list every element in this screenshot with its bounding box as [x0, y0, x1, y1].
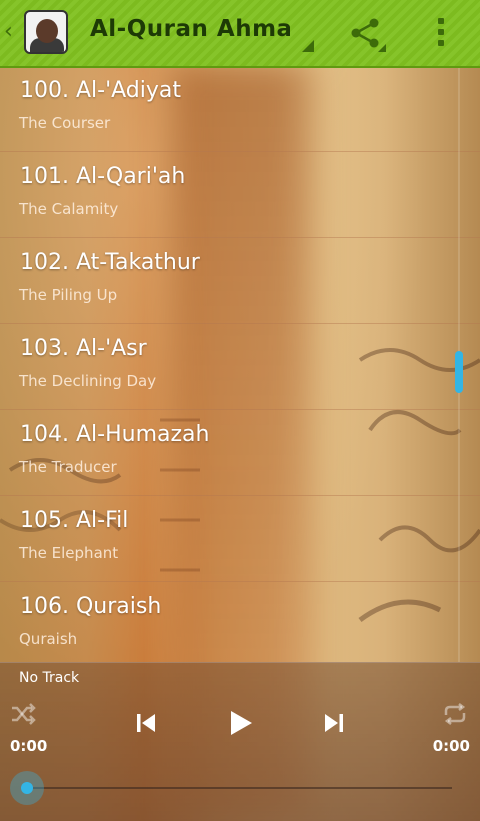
surah-name: 101. Al-Qari'ah — [20, 164, 186, 189]
overflow-menu-icon[interactable] — [436, 16, 446, 50]
surah-name: 100. Al-'Adiyat — [20, 78, 181, 103]
shuffle-icon[interactable] — [10, 703, 36, 725]
seek-bar[interactable] — [28, 787, 452, 789]
share-dropdown-indicator — [378, 44, 386, 52]
list-scrollbar[interactable] — [455, 351, 463, 393]
surah-translation: The Piling Up — [19, 286, 118, 304]
media-player: No Track 0:00 0:00 — [0, 662, 480, 821]
surah-list[interactable]: 100. Al-'Adiyat The Courser 101. Al-Qari… — [0, 66, 480, 662]
surah-name: 103. Al-'Asr — [20, 336, 147, 361]
elapsed-time: 0:00 — [10, 737, 48, 755]
action-bar: ‹ Al-Quran Ahmad Sa.. — [0, 0, 480, 68]
surah-name: 102. At-Takathur — [20, 250, 200, 275]
back-icon[interactable]: ‹ — [4, 20, 14, 44]
title-dropdown-indicator — [302, 40, 314, 52]
surah-translation: The Calamity — [19, 200, 119, 218]
app-icon[interactable] — [24, 10, 68, 54]
list-item[interactable]: 100. Al-'Adiyat The Courser — [0, 66, 480, 152]
surah-name: 105. Al-Fil — [20, 508, 129, 533]
list-item[interactable]: 103. Al-'Asr The Declining Day — [0, 324, 480, 410]
app-title: Al-Quran Ahmad Sa.. — [90, 16, 290, 42]
current-track-label: No Track — [19, 670, 80, 686]
next-icon[interactable] — [322, 711, 346, 735]
list-item[interactable]: 106. Quraish Quraish — [0, 582, 480, 662]
seek-thumb[interactable] — [10, 771, 44, 805]
list-item[interactable]: 105. Al-Fil The Elephant — [0, 496, 480, 582]
play-icon[interactable] — [226, 709, 254, 737]
previous-icon[interactable] — [134, 711, 158, 735]
list-item[interactable]: 104. Al-Humazah The Traducer — [0, 410, 480, 496]
repeat-icon[interactable] — [442, 703, 468, 725]
list-item[interactable]: 102. At-Takathur The Piling Up — [0, 238, 480, 324]
list-item[interactable]: 101. Al-Qari'ah The Calamity — [0, 152, 480, 238]
surah-translation: Quraish — [19, 630, 78, 648]
surah-name: 106. Quraish — [20, 594, 162, 619]
surah-translation: The Declining Day — [19, 372, 157, 390]
total-duration: 0:00 — [432, 737, 470, 755]
surah-translation: The Traducer — [19, 458, 117, 476]
surah-translation: The Elephant — [19, 544, 119, 562]
surah-name: 104. Al-Humazah — [20, 422, 210, 447]
share-icon[interactable] — [348, 16, 382, 50]
surah-translation: The Courser — [19, 114, 111, 132]
